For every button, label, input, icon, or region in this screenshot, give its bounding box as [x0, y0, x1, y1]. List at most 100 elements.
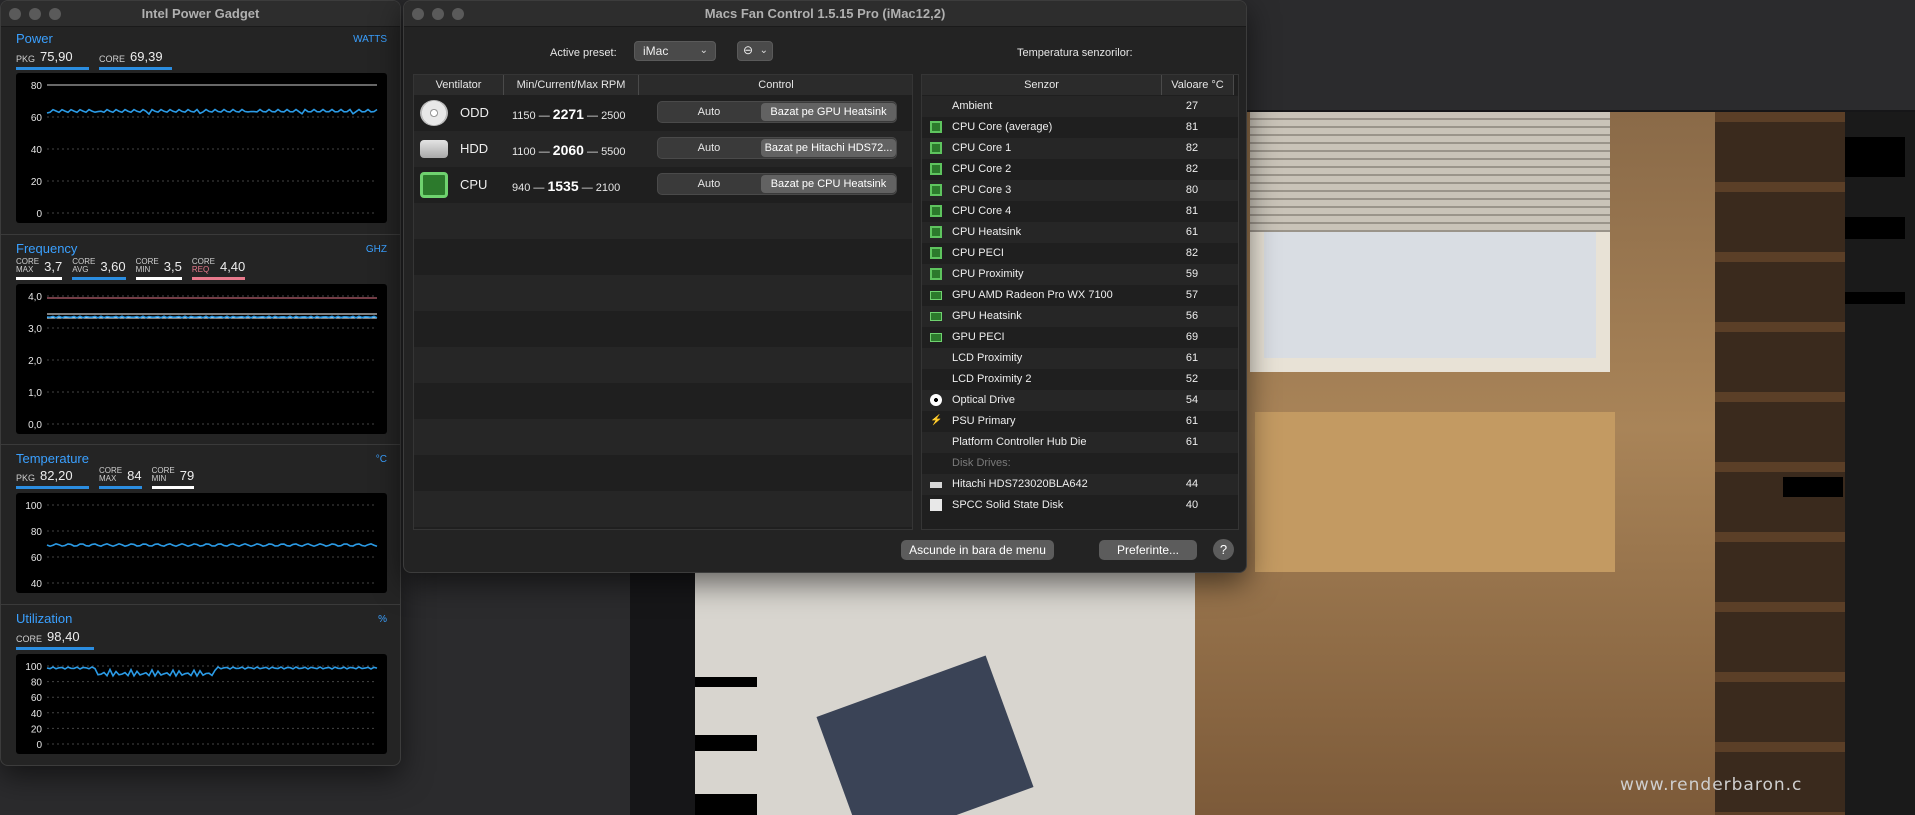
temperature-title: Temperature: [16, 451, 89, 466]
trace-line: [46, 108, 378, 116]
fan-min-rpm: 940: [512, 182, 531, 194]
control-column-header[interactable]: Control: [639, 75, 912, 95]
more-icon: ⊖: [743, 43, 754, 57]
sensor-name: CPU Proximity: [952, 268, 1024, 280]
fan-row[interactable]: ODD 1150 — 2271 — 2500 Auto Bazat pe GPU He…: [414, 95, 912, 131]
cpu-chip-icon: [930, 247, 942, 259]
utilization-title: Utilization: [16, 611, 73, 626]
sensor-row[interactable]: Hitachi HDS723020BLA642 44: [922, 474, 1238, 495]
sensor-row[interactable]: LCD Proximity 2 52: [922, 369, 1238, 390]
sensor-row[interactable]: Ambient 27: [922, 96, 1238, 117]
more-options-button[interactable]: ⊖ ⌄: [737, 41, 773, 61]
hard-drive-icon: [930, 482, 942, 488]
cpu-chip-icon: [930, 121, 942, 133]
pkg-power-value: 75,90: [40, 49, 73, 64]
power-title: Power: [16, 31, 53, 46]
custom-control-button[interactable]: Bazat pe Hitachi HDS72...: [761, 139, 896, 157]
sensor-row[interactable]: CPU Core 2 82: [922, 159, 1238, 180]
custom-control-button[interactable]: Bazat pe CPU Heatsink: [761, 175, 896, 193]
fan-rpm: 1100 — 2060 — 5500: [512, 142, 626, 158]
y-tick-label: 4,0: [28, 292, 42, 303]
watermark-text: www.renderbaron.c: [1620, 775, 1803, 795]
trace-line: [46, 542, 378, 548]
help-button[interactable]: ?: [1213, 539, 1234, 560]
sensor-row[interactable]: CPU PECI 82: [922, 243, 1238, 264]
sensor-row[interactable]: CPU Core (average) 81: [922, 117, 1238, 138]
photo-bookshelf: [1715, 112, 1845, 815]
fan-row[interactable]: HDD 1100 — 2060 — 5500 Auto Bazat pe Hitach…: [414, 131, 912, 167]
y-tick-label: 20: [31, 177, 43, 188]
sensor-row[interactable]: SPCC Solid State Disk 40: [922, 495, 1238, 516]
util-core-label: CORE: [16, 634, 43, 644]
sensor-name: CPU Heatsink: [952, 226, 1022, 238]
value-column-header[interactable]: Valoare °C: [1162, 75, 1234, 95]
sensor-row[interactable]: CPU Core 4 81: [922, 201, 1238, 222]
sensor-name: Hitachi HDS723020BLA642: [952, 478, 1088, 490]
sensor-row[interactable]: LCD Proximity 61: [922, 348, 1238, 369]
redaction-block: [1845, 292, 1905, 304]
frequency-graph: 4,0 3,0 2,0 1,0 0,0: [16, 284, 387, 434]
gpu-card-icon: [930, 291, 942, 300]
sensor-value: 59: [1185, 268, 1199, 280]
sensor-name: CPU PECI: [952, 247, 1004, 259]
sensor-row[interactable]: GPU AMD Radeon Pro WX 7100 57: [922, 285, 1238, 306]
sensor-value: 61: [1185, 352, 1199, 364]
table-stripe: [414, 455, 912, 491]
sensor-value: 40: [1185, 499, 1199, 511]
y-tick-label: 40: [31, 145, 43, 156]
sensor-row[interactable]: GPU PECI 69: [922, 327, 1238, 348]
hide-in-menubar-button[interactable]: Ascunde in bara de menu: [901, 540, 1054, 560]
power-graph: 80 60 40 20 0: [16, 73, 387, 223]
redaction-block: [695, 677, 757, 687]
sensor-row[interactable]: Optical Drive 54: [922, 390, 1238, 411]
mfc-titlebar[interactable]: Macs Fan Control 1.5.15 Pro (iMac12,2): [404, 1, 1246, 27]
fan-rpm: 1150 — 2271 — 2500: [512, 106, 626, 122]
y-tick-label: 1,0: [28, 388, 42, 399]
sensor-name: CPU Core 1: [952, 142, 1012, 154]
sensor-row[interactable]: CPU Core 3 80: [922, 180, 1238, 201]
auto-control-button[interactable]: Auto: [658, 102, 760, 122]
preferences-button[interactable]: Preferinte...: [1099, 540, 1197, 560]
fan-max-rpm: 5500: [601, 146, 626, 158]
auto-control-button[interactable]: Auto: [658, 174, 760, 194]
sensor-name: LCD Proximity: [952, 352, 1023, 364]
utilization-graph: 100 80 60 40 20 0: [16, 654, 387, 754]
table-stripe: [414, 311, 912, 347]
sensor-row[interactable]: CPU Proximity 59: [922, 264, 1238, 285]
sensor-value: 57: [1185, 289, 1199, 301]
temp-pkg-value: 82,20: [40, 468, 73, 483]
y-tick-label: 20: [31, 724, 43, 735]
ipg-titlebar[interactable]: Intel Power Gadget: [1, 1, 400, 27]
freq-max-value: 3,7: [44, 259, 63, 274]
sensor-name: Platform Controller Hub Die: [952, 436, 1087, 448]
sensor-row[interactable]: Platform Controller Hub Die 61: [922, 432, 1238, 453]
y-tick-label: 0: [36, 740, 42, 751]
sensor-row[interactable]: ⚡ PSU Primary 61: [922, 411, 1238, 432]
sensor-row[interactable]: CPU Core 1 82: [922, 138, 1238, 159]
table-stripe: [414, 239, 912, 275]
fan-max-rpm: 2500: [601, 110, 626, 122]
ssd-icon: [930, 499, 942, 511]
sensor-value: 56: [1185, 310, 1199, 322]
sensor-name: GPU Heatsink: [952, 310, 1022, 322]
y-tick-label: 80: [31, 81, 43, 92]
sensor-value: 44: [1185, 478, 1199, 490]
cpu-chip-icon: [930, 142, 942, 154]
custom-control-button[interactable]: Bazat pe GPU Heatsink: [761, 103, 896, 121]
temperature-unit: °C: [375, 454, 387, 465]
sensor-value: 52: [1185, 373, 1199, 385]
redaction-block: [695, 794, 757, 815]
gpu-card-icon: [930, 333, 942, 342]
intel-power-gadget-window: Intel Power Gadget Power WATTS PKG 75,90 …: [0, 0, 401, 766]
utilization-section: Utilization % CORE 98,40 100 80 60 40 20 0: [1, 611, 400, 761]
sensor-column-header[interactable]: Senzor: [922, 75, 1162, 95]
frequency-unit: GHZ: [365, 244, 387, 255]
sensor-row[interactable]: GPU Heatsink 56: [922, 306, 1238, 327]
fan-row[interactable]: CPU 940 — 1535 — 2100 Auto Bazat pe CPU Hea…: [414, 167, 912, 203]
rpm-column-header[interactable]: Min/Current/Max RPM: [504, 75, 639, 95]
fan-min-rpm: 1100: [512, 146, 536, 158]
fan-column-header[interactable]: Ventilator: [414, 75, 504, 95]
preset-dropdown[interactable]: iMac ⌄: [634, 41, 716, 61]
sensor-row[interactable]: CPU Heatsink 61: [922, 222, 1238, 243]
auto-control-button[interactable]: Auto: [658, 138, 760, 158]
